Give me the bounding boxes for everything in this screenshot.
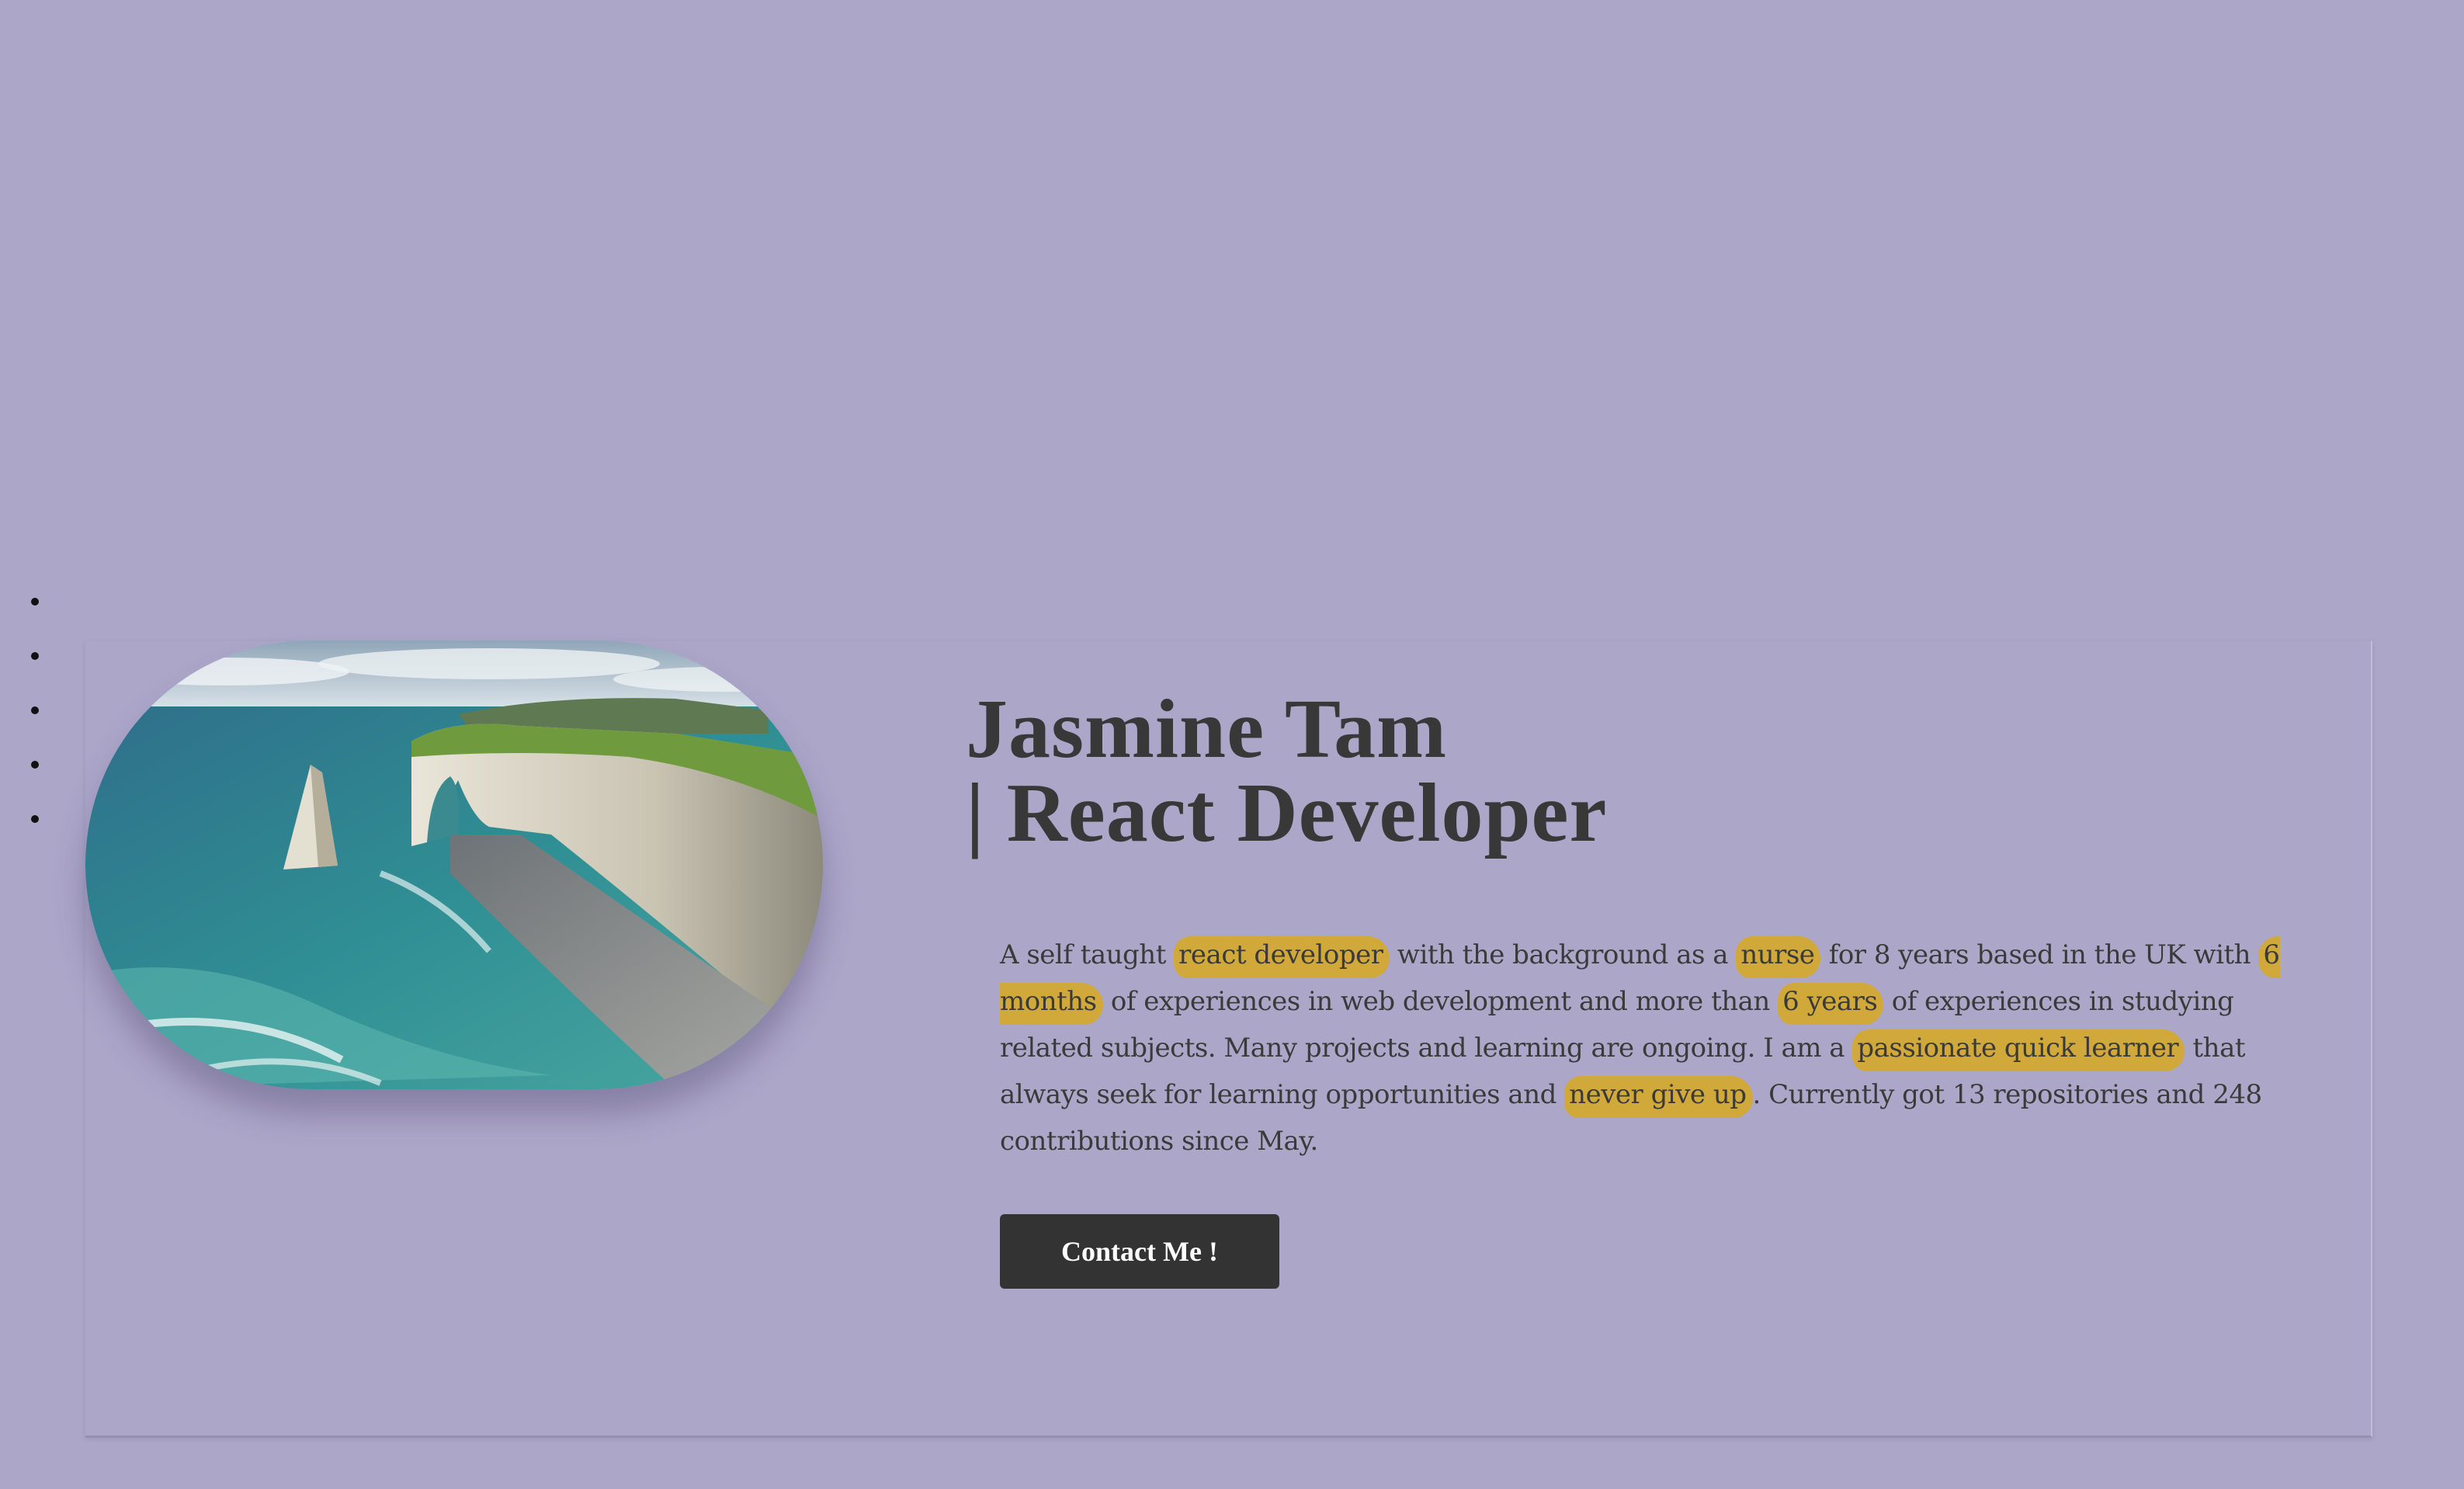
nav-item[interactable]	[29, 739, 61, 793]
role-line: | React Developer	[966, 767, 1608, 859]
nav-list	[29, 576, 61, 848]
hero-image	[85, 640, 823, 1089]
bio-text: for 8 years based in the UK with	[1820, 939, 2259, 970]
highlight: react developer	[1174, 936, 1390, 978]
name-line: Jasmine Tam	[966, 683, 1448, 776]
highlight: nurse	[1736, 936, 1821, 978]
bio-text: with the background as a	[1389, 939, 1737, 970]
bio-text: A self taught	[1000, 939, 1175, 970]
nav-item[interactable]	[29, 793, 61, 848]
nav-item[interactable]	[29, 576, 61, 630]
nav-item[interactable]	[29, 685, 61, 739]
highlight: never give up	[1564, 1076, 1753, 1118]
highlight: 6 years	[1778, 983, 1884, 1025]
nav-item[interactable]	[29, 630, 61, 685]
page-title: Jasmine Tam | React Developer	[966, 688, 1607, 856]
highlight: passionate quick learner	[1852, 1029, 2185, 1071]
bio-paragraph: A self taught react developer with the b…	[1000, 932, 2320, 1164]
contact-button[interactable]: Contact Me !	[1000, 1214, 1279, 1289]
bio-text: of experiences in web development and mo…	[1102, 986, 1779, 1017]
